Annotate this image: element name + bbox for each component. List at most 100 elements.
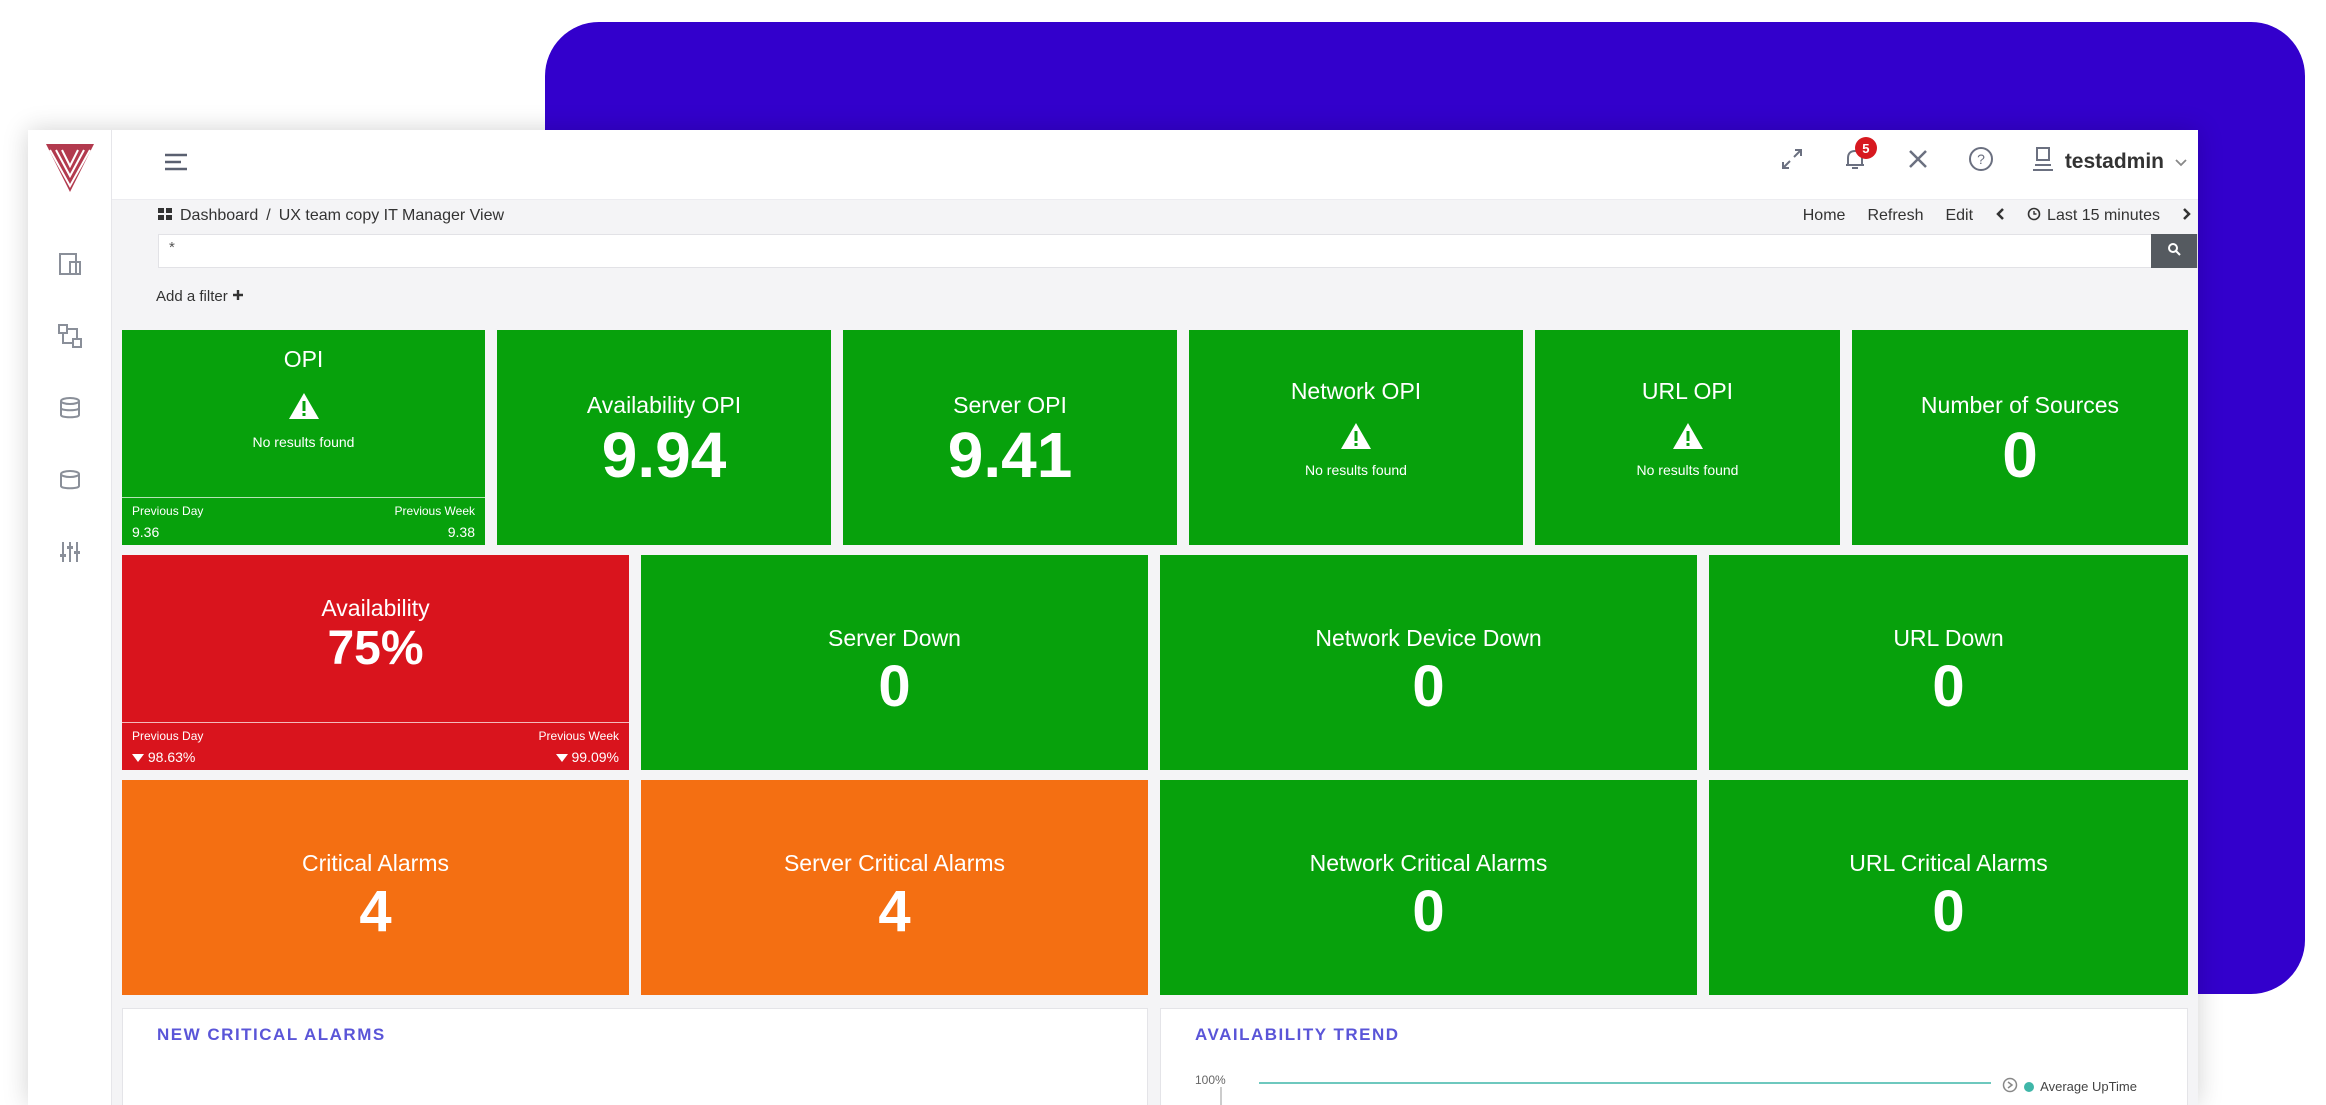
tile-value: 0	[1932, 654, 1965, 719]
tile-title: Network Critical Alarms	[1309, 850, 1548, 876]
top-right-controls: 5 ? testadmin	[1779, 137, 2188, 182]
caret-down-icon	[132, 749, 144, 765]
sidebar	[28, 130, 112, 1105]
user-icon	[2031, 146, 2055, 178]
previous-week-value: 99.09%	[571, 749, 619, 765]
new-critical-alarms-panel: NEW CRITICAL ALARMS	[122, 1008, 1148, 1105]
tile-server-down[interactable]: Server Down 0	[641, 555, 1148, 770]
reports-icon[interactable]	[54, 248, 86, 280]
dashboard-icon	[158, 207, 172, 225]
database-icon[interactable]	[54, 392, 86, 424]
tile-availability[interactable]: Availability 75% Previous Day 98.63% Pre…	[122, 555, 629, 770]
comparison-row: Previous Day 9.36 Previous Week 9.38	[122, 497, 485, 545]
storage-icon[interactable]	[54, 464, 86, 496]
chevron-down-icon	[2174, 150, 2188, 174]
breadcrumb-separator: /	[266, 207, 271, 224]
tile-network-opi[interactable]: Network OPI No results found	[1189, 330, 1523, 545]
brand-logo[interactable]	[42, 140, 98, 196]
chevron-right-icon[interactable]	[2182, 207, 2192, 226]
tile-server-critical-alarms[interactable]: Server Critical Alarms 4	[641, 780, 1148, 995]
tile-server-opi[interactable]: Server OPI 9.41	[843, 330, 1177, 545]
add-filter-button[interactable]: Add a filter	[156, 288, 244, 305]
dashboard-actions: Home Refresh Edit Last 15 minutes	[1803, 207, 2198, 226]
tile-url-opi[interactable]: URL OPI No results found	[1535, 330, 1840, 545]
tile-title: Server Critical Alarms	[783, 850, 1006, 876]
time-range-picker[interactable]: Last 15 minutes	[2027, 207, 2160, 226]
tile-title: Network Device Down	[1315, 625, 1542, 651]
tile-network-critical-alarms[interactable]: Network Critical Alarms 0	[1160, 780, 1697, 995]
previous-week: Previous Week 99.09%	[539, 729, 619, 765]
panel-title: AVAILABILITY TREND	[1195, 1025, 1400, 1044]
warning-icon	[122, 392, 485, 420]
edit-link[interactable]: Edit	[1945, 207, 1973, 225]
panel-title: NEW CRITICAL ALARMS	[157, 1025, 386, 1044]
search-icon	[2167, 242, 2181, 260]
help-icon[interactable]: ?	[1967, 145, 1995, 179]
warning-icon	[1535, 422, 1840, 450]
no-results-message: No results found	[252, 434, 355, 450]
legend-swatch	[2024, 1081, 2035, 1092]
breadcrumb-row: Dashboard / UX team copy IT Manager View…	[112, 200, 2198, 232]
comparison-row: Previous Day 98.63% Previous Week 99.09%	[122, 722, 629, 770]
availability-trend-panel: AVAILABILITY TREND 100% Average UpTime	[1160, 1008, 2188, 1105]
tools-icon[interactable]	[1905, 146, 1931, 178]
hamburger-menu-icon[interactable]	[158, 144, 194, 180]
previous-day: Previous Day 9.36	[132, 504, 203, 540]
query-input[interactable]: *	[158, 234, 2198, 268]
dashboard-window: 5 ? testadmin Dashboard / UX team copy I…	[28, 130, 2198, 1105]
previous-week: Previous Week 9.38	[395, 504, 475, 540]
legend-toggle-icon[interactable]	[2002, 1077, 2018, 1096]
tile-title: OPI	[283, 346, 324, 372]
tile-network-device-down[interactable]: Network Device Down 0	[1160, 555, 1697, 770]
refresh-link[interactable]: Refresh	[1867, 207, 1923, 225]
user-menu[interactable]: testadmin	[2031, 146, 2188, 178]
tile-title: URL Down	[1893, 625, 2004, 651]
home-link[interactable]: Home	[1803, 207, 1846, 225]
query-value: *	[169, 239, 175, 256]
tile-value: 0	[2002, 419, 2038, 491]
username: testadmin	[2064, 150, 2164, 173]
notifications-bell-icon[interactable]: 5	[1841, 137, 1877, 179]
tile-value: 9.41	[947, 419, 1073, 491]
previous-day-label: Previous Day	[132, 729, 204, 743]
clock-icon	[2027, 207, 2041, 226]
tile-title: Critical Alarms	[302, 850, 449, 876]
tile-value: 4	[359, 879, 392, 944]
trend-chart	[1220, 1082, 1991, 1105]
caret-down-icon	[555, 749, 568, 765]
tile-url-down[interactable]: URL Down 0	[1709, 555, 2188, 770]
previous-week-change: 99.09%	[539, 749, 619, 765]
search-button[interactable]	[2151, 234, 2197, 268]
top-bar: 5 ? testadmin	[112, 130, 2198, 200]
tile-value: 0	[878, 654, 911, 719]
tile-title: URL OPI	[1641, 378, 1734, 404]
tile-value: 4	[878, 879, 911, 944]
topology-icon[interactable]	[54, 320, 86, 352]
plus-icon	[232, 288, 244, 305]
no-results-message: No results found	[1636, 462, 1739, 478]
previous-day-label: Previous Day	[132, 504, 204, 518]
chevron-left-icon[interactable]	[1995, 207, 2005, 226]
page: 5 ? testadmin Dashboard / UX team copy I…	[0, 0, 2326, 1105]
tile-number-of-sources[interactable]: Number of Sources 0	[1852, 330, 2188, 545]
tile-critical-alarms[interactable]: Critical Alarms 4	[122, 780, 629, 995]
breadcrumb-dashboard-link[interactable]: Dashboard	[180, 207, 258, 225]
settings-sliders-icon[interactable]	[54, 536, 86, 568]
chart-legend: Average UpTime	[2002, 1077, 2137, 1096]
breadcrumb-current: UX team copy IT Manager View	[278, 207, 505, 224]
tile-title: Availability OPI	[586, 392, 742, 418]
tile-title: URL Critical Alarms	[1849, 850, 2048, 876]
tile-availability-opi[interactable]: Availability OPI 9.94	[497, 330, 831, 545]
previous-day-value: 9.36	[132, 524, 160, 540]
legend-label: Average UpTime	[2040, 1079, 2137, 1094]
tile-url-critical-alarms[interactable]: URL Critical Alarms 0	[1709, 780, 2188, 995]
previous-week-value: 9.38	[447, 524, 475, 540]
notification-count-badge: 5	[1854, 137, 1877, 159]
previous-week-label: Previous Week	[394, 504, 475, 518]
tile-title: Availability	[321, 595, 430, 621]
tile-value: 0	[1932, 879, 1965, 944]
tile-title: Number of Sources	[1920, 392, 2120, 418]
expand-icon[interactable]	[1779, 146, 1805, 178]
tile-opi[interactable]: OPI No results found Previous Day 9.36 P…	[122, 330, 485, 545]
tile-title: Network OPI	[1290, 378, 1422, 404]
